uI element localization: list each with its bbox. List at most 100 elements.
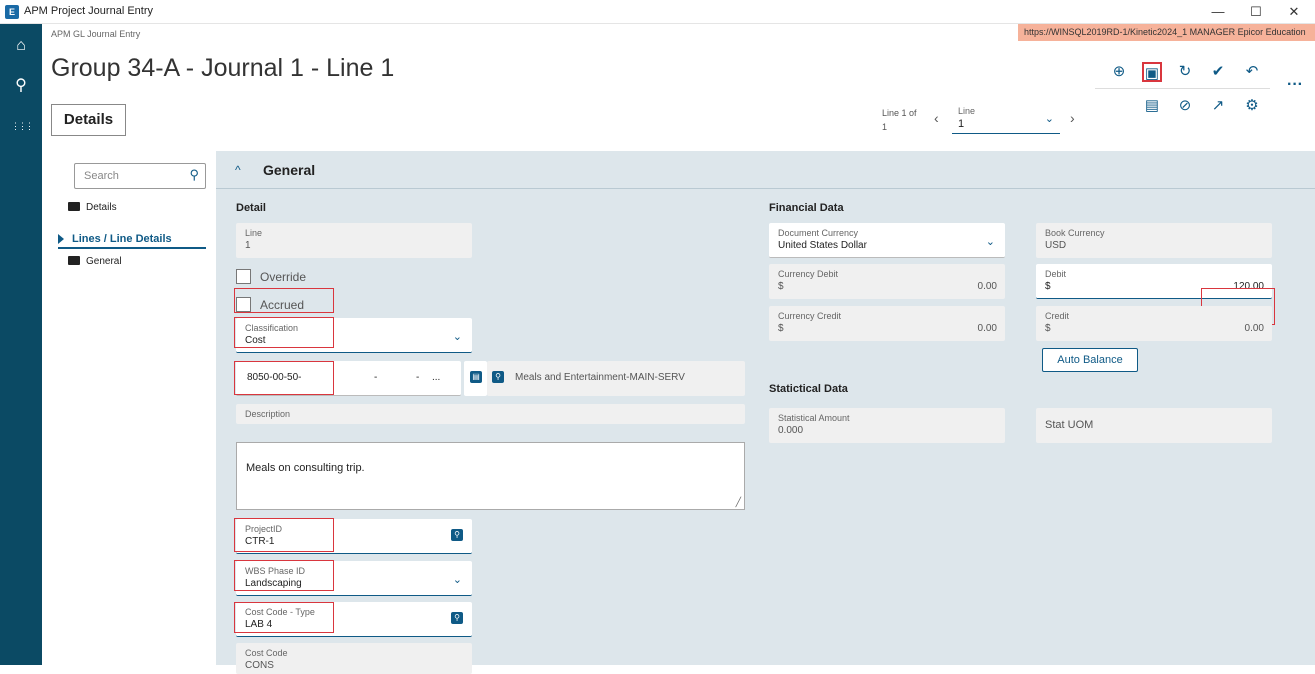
costcode-label: Cost Code (245, 648, 288, 658)
search-icon: ⚲ (189, 167, 199, 182)
override-label: Override (260, 270, 307, 284)
close-button[interactable]: ✕ (1277, 2, 1311, 22)
window-title: APM Project Journal Entry (24, 5, 153, 17)
statistical-group-label: Statictical Data (769, 383, 848, 395)
expand-arrow-icon (58, 234, 64, 244)
line-field-value: 1 (245, 240, 251, 251)
doc-currency-value: United States Dollar (778, 240, 867, 251)
search-icon[interactable]: ⚲ (451, 612, 463, 624)
attachment-icon[interactable]: ⊘ (1175, 96, 1195, 116)
auto-balance-button[interactable]: Auto Balance (1042, 348, 1138, 372)
undo-icon[interactable]: ↶ (1242, 62, 1262, 82)
search-icon[interactable]: ⚲ (492, 371, 504, 383)
details-icon (68, 202, 80, 211)
account-browse-button[interactable]: ▤ (464, 361, 487, 396)
tree-item-lines[interactable]: Lines / Line Details (58, 233, 206, 249)
search-icon[interactable]: ⚲ (451, 529, 463, 541)
settings-icon[interactable]: ⚙ (1242, 96, 1262, 116)
book-currency-value: USD (1045, 240, 1067, 251)
stat-amount-label: Statistical Amount (778, 413, 850, 423)
general-icon (68, 256, 80, 265)
line-select[interactable]: Line 1 ⌄ (952, 104, 1060, 134)
home-icon[interactable]: ⌂ (11, 36, 31, 56)
document-currency-select[interactable]: Document Currency United States Dollar ⌄ (769, 223, 1005, 258)
content-area: ^ General Detail Line 1 Override Accrued… (216, 151, 1315, 674)
costcode-value: CONS (245, 660, 274, 671)
panel-icon[interactable]: ▤ (1142, 96, 1162, 116)
search-icon[interactable]: ⚲ (11, 76, 31, 96)
search-placeholder: Search (84, 170, 119, 182)
account-ellipsis[interactable]: ... (432, 372, 440, 383)
clear-icon[interactable]: ✔ (1208, 62, 1228, 82)
collapse-icon: ^ (235, 163, 241, 177)
tree-item-general[interactable]: General (68, 256, 122, 267)
line-navigator: Line 1 of 1 ‹ Line 1 ⌄ › (882, 104, 1092, 134)
main-area: APM GL Journal Entry https://WINSQL2019R… (42, 24, 1315, 674)
stat-amount-value: 0.000 (778, 425, 804, 436)
line-select-value: 1 (958, 118, 965, 130)
resize-grip-icon: ╱ (735, 497, 741, 507)
page-title: Group 34-A - Journal 1 - Line 1 (51, 54, 395, 82)
credit-value: 0.00 (1244, 323, 1264, 334)
tree-item-label: Lines / Line Details (72, 233, 172, 245)
tree-item-label: Details (86, 202, 117, 213)
credit-field: Credit $ 0.00 (1036, 306, 1272, 341)
currency-debit-field: Currency Debit $ 0.00 (769, 264, 1005, 299)
section-header-general[interactable]: ^ General (216, 151, 1315, 189)
account-segment-3: - (416, 372, 420, 383)
window-titlebar: E APM Project Journal Entry — ☐ ✕ (0, 0, 1315, 24)
description-textarea[interactable]: Meals on consulting trip. ╱ (236, 442, 745, 510)
new-icon[interactable]: ⊕ (1109, 62, 1129, 82)
nav-rail: ⌂ ⚲ ⋮⋮⋮ (0, 24, 42, 665)
chevron-down-icon: ⌄ (1044, 113, 1054, 125)
line-select-label: Line (958, 106, 976, 116)
details-tab[interactable]: Details (51, 104, 126, 136)
highlight-costcode-type (234, 602, 334, 633)
next-line-button[interactable]: › (1070, 110, 1075, 126)
doc-currency-label: Document Currency (778, 228, 859, 238)
section-title: General (263, 162, 316, 178)
chevron-down-icon: ⌄ (452, 331, 462, 343)
open-external-icon[interactable]: ↗ (1208, 96, 1228, 116)
description-label-strip: Description (236, 404, 745, 424)
currency-credit-field: Currency Credit $ 0.00 (769, 306, 1005, 341)
override-checkbox[interactable] (236, 269, 251, 284)
chevron-down-icon: ⌄ (985, 236, 995, 248)
highlight-account (234, 361, 334, 395)
chevron-down-icon: ⌄ (452, 574, 462, 586)
account-description-value: Meals and Entertainment-MAIN-SERV (515, 372, 685, 383)
currency-debit-label: Currency Debit (778, 269, 839, 279)
statistical-amount-field: Statistical Amount 0.000 (769, 408, 1005, 443)
credit-symbol: $ (1045, 323, 1051, 334)
apps-grid-icon[interactable]: ⋮⋮⋮ (11, 116, 34, 136)
detail-group-label: Detail (236, 202, 266, 214)
search-input[interactable]: Search ⚲ (74, 163, 206, 189)
highlight-projectid (234, 518, 334, 552)
book-icon: ▤ (470, 371, 482, 383)
line-of-text: Line 1 of (882, 108, 917, 118)
currency-credit-symbol: $ (778, 323, 784, 334)
book-currency-label: Book Currency (1045, 228, 1105, 238)
session-info: https://WINSQL2019RD-1/Kinetic2024_1 MAN… (1018, 24, 1315, 41)
tree-item-label: General (86, 256, 122, 267)
previous-line-button[interactable]: ‹ (934, 110, 939, 126)
stat-uom-field: Stat UOM (1036, 408, 1272, 443)
minimize-button[interactable]: — (1201, 2, 1235, 22)
toolbar-divider (1095, 88, 1270, 89)
line-of-label: Line 1 of 1 (882, 106, 917, 134)
line-field: Line 1 (236, 223, 472, 258)
tree-panel: Search ⚲ Details Lines / Line Details Ge… (50, 151, 216, 665)
save-icon[interactable]: ▣ (1142, 62, 1162, 82)
financial-group-label: Financial Data (769, 202, 844, 214)
maximize-button[interactable]: ☐ (1239, 2, 1273, 22)
refresh-icon[interactable]: ↻ (1175, 62, 1195, 82)
highlight-classification (234, 317, 334, 348)
stat-uom-label: Stat UOM (1045, 419, 1094, 431)
currency-credit-label: Currency Credit (778, 311, 842, 321)
debit-symbol: $ (1045, 281, 1051, 292)
line-of-count: 1 (882, 122, 888, 132)
description-label: Description (245, 409, 291, 419)
more-options-icon[interactable]: ··· (1287, 76, 1303, 94)
tree-item-details[interactable]: Details (68, 202, 117, 213)
description-value: Meals on consulting trip. (246, 462, 365, 474)
